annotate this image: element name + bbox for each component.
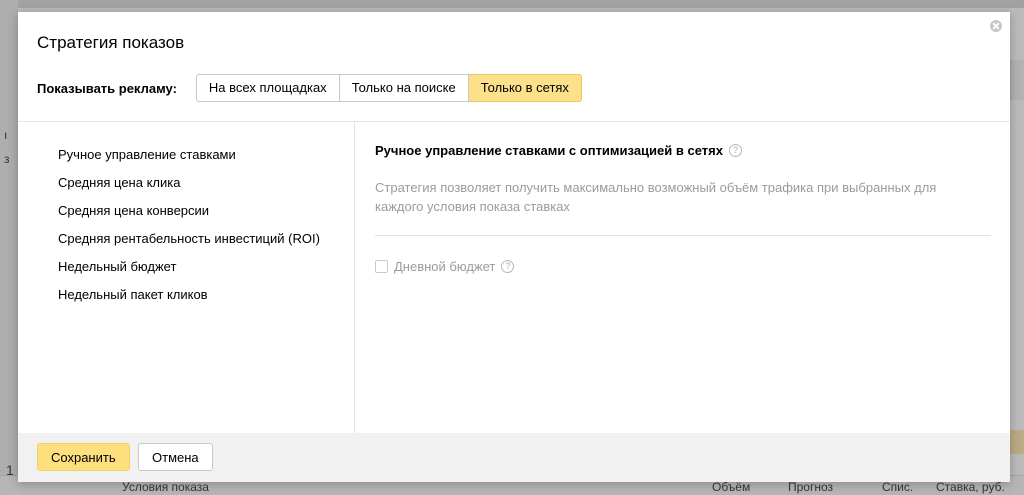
cancel-button[interactable]: Отмена bbox=[138, 443, 213, 471]
close-icon[interactable] bbox=[990, 20, 1002, 32]
question-icon[interactable]: ? bbox=[728, 144, 742, 157]
strategy-detail-pane: Ручное управление ставками с оптимизацие… bbox=[356, 122, 1010, 433]
detail-divider bbox=[375, 235, 991, 236]
strategy-description: Стратегия позволяет получить максимально… bbox=[375, 180, 937, 214]
dialog-title: Стратегия показов bbox=[37, 33, 185, 52]
save-button[interactable]: Сохранить bbox=[37, 443, 130, 471]
strategy-dialog: Стратегия показов Показывать рекламу: На… bbox=[18, 12, 1010, 482]
daily-budget-checkbox[interactable] bbox=[375, 260, 388, 273]
strategy-item-roi[interactable]: Средняя рентабельность инвестиций (ROI) bbox=[58, 230, 320, 258]
placement-row: Показывать рекламу: На всех площадках То… bbox=[37, 74, 582, 102]
placement-option-networks[interactable]: Только в сетях bbox=[468, 74, 582, 102]
question-icon[interactable]: ? bbox=[501, 260, 515, 273]
strategy-detail-title-text: Ручное управление ставками с оптимизацие… bbox=[375, 143, 723, 158]
strategy-list: Ручное управление ставками Средняя цена … bbox=[58, 146, 320, 314]
strategy-item-weekly-clicks[interactable]: Недельный пакет кликов bbox=[58, 286, 320, 314]
dialog-footer: Сохранить Отмена bbox=[18, 433, 1010, 482]
placement-option-search[interactable]: Только на поиске bbox=[339, 74, 469, 102]
strategy-item-avg-cpc[interactable]: Средняя цена клика bbox=[58, 174, 320, 202]
strategy-item-weekly-budget[interactable]: Недельный бюджет bbox=[58, 258, 320, 286]
daily-budget-label[interactable]: Дневной бюджет bbox=[394, 259, 495, 274]
strategy-list-pane: Ручное управление ставками Средняя цена … bbox=[18, 122, 355, 433]
placement-option-all[interactable]: На всех площадках bbox=[195, 74, 340, 102]
placement-label: Показывать рекламу: bbox=[37, 80, 177, 96]
strategy-item-avg-cpa[interactable]: Средняя цена конверсии bbox=[58, 202, 320, 230]
placement-switch: На всех площадках Только на поиске Тольк… bbox=[195, 74, 582, 102]
strategy-item-manual[interactable]: Ручное управление ставками bbox=[58, 146, 320, 174]
strategy-detail-title: Ручное управление ставками с оптимизацие… bbox=[375, 143, 742, 158]
daily-budget-row: Дневной бюджет ? bbox=[375, 259, 515, 274]
